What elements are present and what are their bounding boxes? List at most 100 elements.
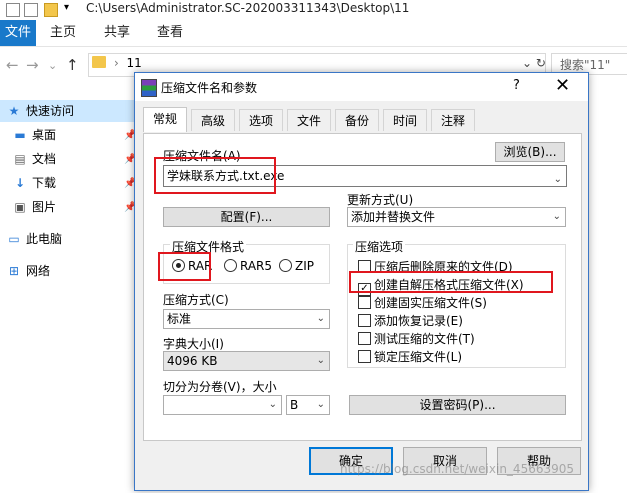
radio-rar5[interactable]: RAR5 xyxy=(224,259,272,273)
highlight-box-sfx xyxy=(349,271,553,293)
dialog-title: 压缩文件名和参数 xyxy=(161,81,258,95)
properties-icon[interactable] xyxy=(6,3,20,17)
nav-item-pictures[interactable]: ▣ 图片 xyxy=(12,196,56,218)
option-label: 锁定压缩文件(L) xyxy=(374,350,463,364)
update-mode-select[interactable]: 添加并替换文件 ⌄ xyxy=(347,207,566,227)
ribbon-tab-home[interactable]: 主页 xyxy=(50,20,76,46)
option-label: 添加恢复记录(E) xyxy=(374,314,463,328)
chevron-down-icon[interactable]: ⌄ xyxy=(554,170,562,190)
general-tab-page: 压缩文件名(A) 浏览(B)... 学妹联系方式.txt.exe ⌄ 更新方式(… xyxy=(143,133,582,441)
nav-item-label: 快速访问 xyxy=(26,104,75,118)
dialog-titlebar[interactable]: 压缩文件名和参数 ? ✕ xyxy=(135,73,588,101)
compression-method-select[interactable]: 标准 ⌄ xyxy=(163,309,330,329)
radio-label: ZIP xyxy=(295,259,314,273)
dictionary-value: 4096 KB xyxy=(167,354,218,368)
checkbox-icon xyxy=(358,350,371,363)
highlight-box-rar xyxy=(158,252,211,281)
split-unit-value: B xyxy=(290,398,299,412)
nav-item-label: 文档 xyxy=(32,152,57,166)
nav-item-label: 图片 xyxy=(32,200,57,214)
chevron-down-icon[interactable]: ⌄ xyxy=(48,59,57,72)
profiles-button[interactable]: 配置(F)... xyxy=(163,207,330,227)
option-test-files[interactable]: 测试压缩的文件(T) xyxy=(358,330,475,347)
nav-item-documents[interactable]: ▤ 文档 xyxy=(12,148,56,170)
winrar-icon xyxy=(141,79,157,97)
up-arrow-icon[interactable]: ↑ xyxy=(66,56,79,74)
split-unit-select[interactable]: B ⌄ xyxy=(286,395,330,415)
tab-options[interactable]: 选项 xyxy=(239,109,283,131)
watermark: https://blog.csdn.net/weixin_45663905 xyxy=(340,462,575,476)
star-icon: ★ xyxy=(8,104,20,118)
archive-dialog: 压缩文件名和参数 ? ✕ 常规 高级 选项 文件 备份 时间 注释 压缩文件名(… xyxy=(134,72,589,491)
close-icon[interactable]: ✕ xyxy=(555,75,570,96)
tab-comment[interactable]: 注释 xyxy=(431,109,475,131)
option-label: 创建固实压缩文件(S) xyxy=(374,296,487,310)
nav-item-label: 桌面 xyxy=(32,128,57,142)
radio-icon xyxy=(279,259,292,272)
option-lock-archive[interactable]: 锁定压缩文件(L) xyxy=(358,348,462,365)
set-password-button[interactable]: 设置密码(P)... xyxy=(349,395,566,415)
update-mode-label: 更新方式(U) xyxy=(347,193,414,207)
highlight-box-archive-name xyxy=(154,157,276,194)
document-icon: ▤ xyxy=(14,152,26,166)
refresh-icon[interactable]: ⌄ ↻ xyxy=(522,56,546,70)
ribbon: 文件 主页 共享 查看 xyxy=(0,20,627,47)
dictionary-label: 字典大小(I) xyxy=(163,337,224,351)
explorer-titlebar: ▾ C:\Users\Administrator.SC-202003311343… xyxy=(0,0,627,21)
chevron-down-icon: ⌄ xyxy=(268,399,277,410)
breadcrumb[interactable]: › 11 xyxy=(114,56,142,70)
nav-item-network[interactable]: ⊞ 网络 xyxy=(6,260,50,282)
radio-label: RAR5 xyxy=(240,259,273,273)
ribbon-tab-file[interactable]: 文件 xyxy=(0,20,36,46)
nav-item-label: 下载 xyxy=(32,176,57,190)
checkbox-icon xyxy=(358,332,371,345)
split-size-input[interactable]: ⌄ xyxy=(163,395,282,415)
desktop-icon: ▬ xyxy=(14,128,26,142)
nav-item-label: 此电脑 xyxy=(26,232,63,246)
breadcrumb-separator-icon: › xyxy=(114,56,127,70)
compression-method-label: 压缩方式(C) xyxy=(163,293,229,307)
nav-item-this-pc[interactable]: ▭ 此电脑 xyxy=(6,228,62,250)
nav-item-quick-access[interactable]: ★ 快速访问 xyxy=(0,100,138,122)
compression-method-value: 标准 xyxy=(167,312,192,326)
update-mode-value: 添加并替换文件 xyxy=(351,210,436,224)
chevron-down-icon: ⌄ xyxy=(552,211,561,222)
option-solid[interactable]: 创建固实压缩文件(S) xyxy=(358,294,487,311)
option-recovery-record[interactable]: 添加恢复记录(E) xyxy=(358,312,463,329)
radio-zip[interactable]: ZIP xyxy=(279,259,314,273)
network-icon: ⊞ xyxy=(8,264,20,278)
chevron-down-icon: ⌄ xyxy=(316,355,325,366)
ribbon-tab-share[interactable]: 共享 xyxy=(104,20,130,46)
navigation-pane: ★ 快速访问 ▬ 桌面 📌 ▤ 文档 📌 ↓ 下载 📌 ▣ 图片 📌 ▭ 此电脑 ⊞ 网络 xyxy=(0,90,140,493)
new-folder-icon[interactable] xyxy=(44,3,58,17)
window-title-path: C:\Users\Administrator.SC-202003311343\D… xyxy=(86,1,410,15)
chevron-down-icon: ⌄ xyxy=(316,313,325,324)
nav-item-label: 网络 xyxy=(26,264,51,278)
nav-item-desktop[interactable]: ▬ 桌面 xyxy=(12,124,56,146)
tab-time[interactable]: 时间 xyxy=(383,109,427,131)
split-label: 切分为分卷(V)，大小 xyxy=(163,380,277,394)
browse-button[interactable]: 浏览(B)... xyxy=(495,142,565,162)
pictures-icon: ▣ xyxy=(14,200,26,214)
dictionary-select[interactable]: 4096 KB ⌄ xyxy=(163,351,330,371)
checkbox-icon xyxy=(358,296,371,309)
back-arrow-icon[interactable]: ← xyxy=(6,56,19,74)
computer-icon: ▭ xyxy=(8,232,20,246)
chevron-down-icon: ⌄ xyxy=(316,399,325,410)
tab-backup[interactable]: 备份 xyxy=(335,109,379,131)
help-icon[interactable]: ? xyxy=(513,78,520,93)
download-icon: ↓ xyxy=(14,176,26,190)
options-group-label: 压缩选项 xyxy=(353,238,406,255)
tab-advanced[interactable]: 高级 xyxy=(191,109,235,131)
forward-arrow-icon[interactable]: → xyxy=(26,56,39,74)
nav-item-downloads[interactable]: ↓ 下载 xyxy=(12,172,56,194)
checkmark-icon[interactable] xyxy=(24,3,38,17)
breadcrumb-item[interactable]: 11 xyxy=(126,56,141,70)
chevron-down-icon[interactable]: ▾ xyxy=(64,2,69,13)
option-label: 测试压缩的文件(T) xyxy=(374,332,475,346)
ribbon-tab-view[interactable]: 查看 xyxy=(157,20,183,46)
tab-general[interactable]: 常规 xyxy=(143,107,187,132)
radio-icon xyxy=(224,259,237,272)
folder-icon xyxy=(92,56,106,68)
tab-files[interactable]: 文件 xyxy=(287,109,331,131)
